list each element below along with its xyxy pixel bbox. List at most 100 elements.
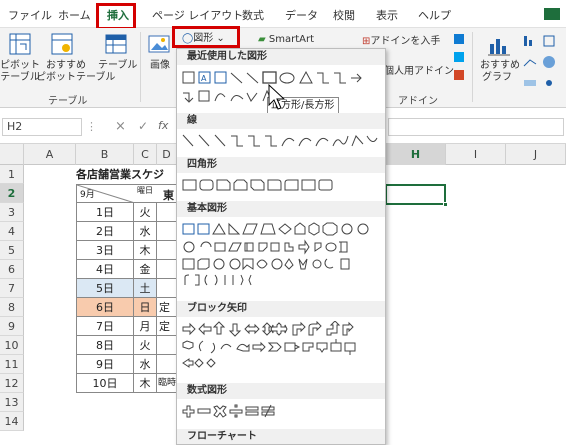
column-header[interactable]: D [157,144,177,165]
dow-cell[interactable]: 木 [134,241,157,260]
name-box-dropdown-icon[interactable]: ⋮ [86,120,97,133]
note-cell[interactable]: 臨時 [157,374,177,393]
row-header[interactable]: 7 [0,279,24,298]
note-cell[interactable] [157,241,177,260]
note-cell[interactable] [157,260,177,279]
tab-review[interactable]: 校閲 [333,7,355,23]
column-header[interactable]: B [76,144,134,165]
note-cell[interactable]: 定 [157,317,177,336]
section-basic-shapes: 基本図形 [177,201,385,217]
date-cell[interactable]: 3日 [76,241,134,260]
dow-cell[interactable]: 水 [134,222,157,241]
pivot-table-label[interactable]: ピボット テーブル [0,60,40,84]
column-header[interactable]: I [446,144,506,165]
section-lines: 線 [177,113,385,129]
tab-formulas[interactable]: 数式 [242,7,264,23]
date-cell[interactable]: 8日 [76,336,134,355]
row-header[interactable]: 13 [0,393,24,412]
header-cell[interactable]: 9月 曜日 [76,184,177,203]
svg-text:A: A [201,74,207,83]
row-header[interactable]: 11 [0,355,24,374]
image-icon[interactable] [148,34,170,57]
office-apps-icon[interactable] [452,32,466,95]
recommended-chart-icon[interactable] [487,34,511,59]
date-cell[interactable]: 1日 [76,203,134,222]
image-label[interactable]: 画像 [150,60,170,72]
recommended-chart-label[interactable]: おすすめ グラフ [480,60,520,84]
note-cell[interactable] [157,203,177,222]
row-header[interactable]: 14 [0,412,24,431]
block-arrow-shapes-icons[interactable] [181,321,381,377]
dow-cell[interactable]: 火 [134,203,157,222]
enter-icon[interactable]: ✓ [138,119,148,133]
dow-cell-sunday[interactable]: 日 [134,298,157,317]
date-cell[interactable]: 7日 [76,317,134,336]
dow-cell[interactable]: 水 [134,355,157,374]
personal-addin-button[interactable]: 個人用アドイン [384,66,454,78]
recommended-pivot-icon[interactable] [50,32,74,59]
row-header[interactable]: 3 [0,203,24,222]
cancel-icon[interactable]: × [115,119,126,134]
table-icon[interactable] [104,32,128,59]
tab-help[interactable]: ヘルプ [418,7,451,23]
section-equation: 数式図形 [177,383,385,399]
note-cell[interactable] [157,336,177,355]
dow-cell[interactable]: 月 [134,317,157,336]
column-header[interactable]: A [24,144,76,165]
column-header[interactable]: C [134,144,157,165]
note-cell[interactable] [157,355,177,374]
diagonal-line [77,185,135,203]
table-label[interactable]: テーブル [98,60,137,72]
fx-icon[interactable]: fx [158,119,168,132]
section-recent: 最近使用した図形 [177,49,385,65]
row-header[interactable]: 10 [0,336,24,355]
row-header[interactable]: 1 [0,165,24,184]
date-cell[interactable]: 2日 [76,222,134,241]
row-header[interactable]: 4 [0,222,24,241]
addin-button[interactable]: ⊞アドインを入手 [362,36,440,48]
date-cell[interactable]: 9日 [76,355,134,374]
tab-home[interactable]: ホーム [58,7,91,23]
recommended-pivot-label[interactable]: おすすめ ピボットテーブル [36,60,115,84]
basic-shapes-icons[interactable] [181,221,381,293]
row-header[interactable]: 9 [0,317,24,336]
date-cell[interactable]: 4日 [76,260,134,279]
pivot-table-icon[interactable] [8,32,32,59]
select-all-corner[interactable] [0,144,24,165]
dow-cell-saturday[interactable]: 土 [134,279,157,298]
ribbon-divider [140,32,141,102]
tab-view[interactable]: 表示 [376,7,398,23]
line-shapes-icons[interactable] [181,132,381,150]
smartart-button[interactable]: ▰ SmartArt [258,34,314,46]
date-cell[interactable]: 10日 [76,374,134,393]
row-header[interactable]: 8 [0,298,24,317]
note-cell[interactable]: 定 [157,298,177,317]
tab-data[interactable]: データ [285,7,318,23]
column-header[interactable]: H [386,144,446,165]
weekday-header: 曜日 [137,186,153,195]
date-cell-saturday[interactable]: 5日 [76,279,134,298]
note-cell[interactable] [157,279,177,298]
chart-types-icon[interactable] [522,32,564,95]
formula-input[interactable] [388,118,564,136]
row-header[interactable]: 6 [0,260,24,279]
sheet-title[interactable]: 各店舗営業スケジ [76,165,164,184]
ribbon-tabs: ファイル ホーム 挿入 ページ レイアウト 数式 データ 校閲 表示 ヘルプ [0,0,566,28]
name-box[interactable]: H2 [2,118,82,136]
column-header[interactable]: J [506,144,566,165]
fill-handle[interactable] [443,202,448,207]
date-cell-sunday[interactable]: 6日 [76,298,134,317]
dow-cell[interactable]: 木 [134,374,157,393]
tab-file[interactable]: ファイル [8,7,52,23]
rectangle-shapes-icons[interactable] [181,177,381,195]
row-header[interactable]: 5 [0,241,24,260]
row-header[interactable]: 12 [0,374,24,393]
note-cell[interactable] [157,222,177,241]
store-head: 東 [163,189,174,202]
dow-cell[interactable]: 金 [134,260,157,279]
equation-shapes-icons[interactable] [181,403,381,421]
row-header[interactable]: 2 [0,184,24,203]
dow-cell[interactable]: 火 [134,336,157,355]
tab-page-layout[interactable]: ページ レイアウト [152,7,243,23]
selected-cell[interactable] [385,184,448,207]
